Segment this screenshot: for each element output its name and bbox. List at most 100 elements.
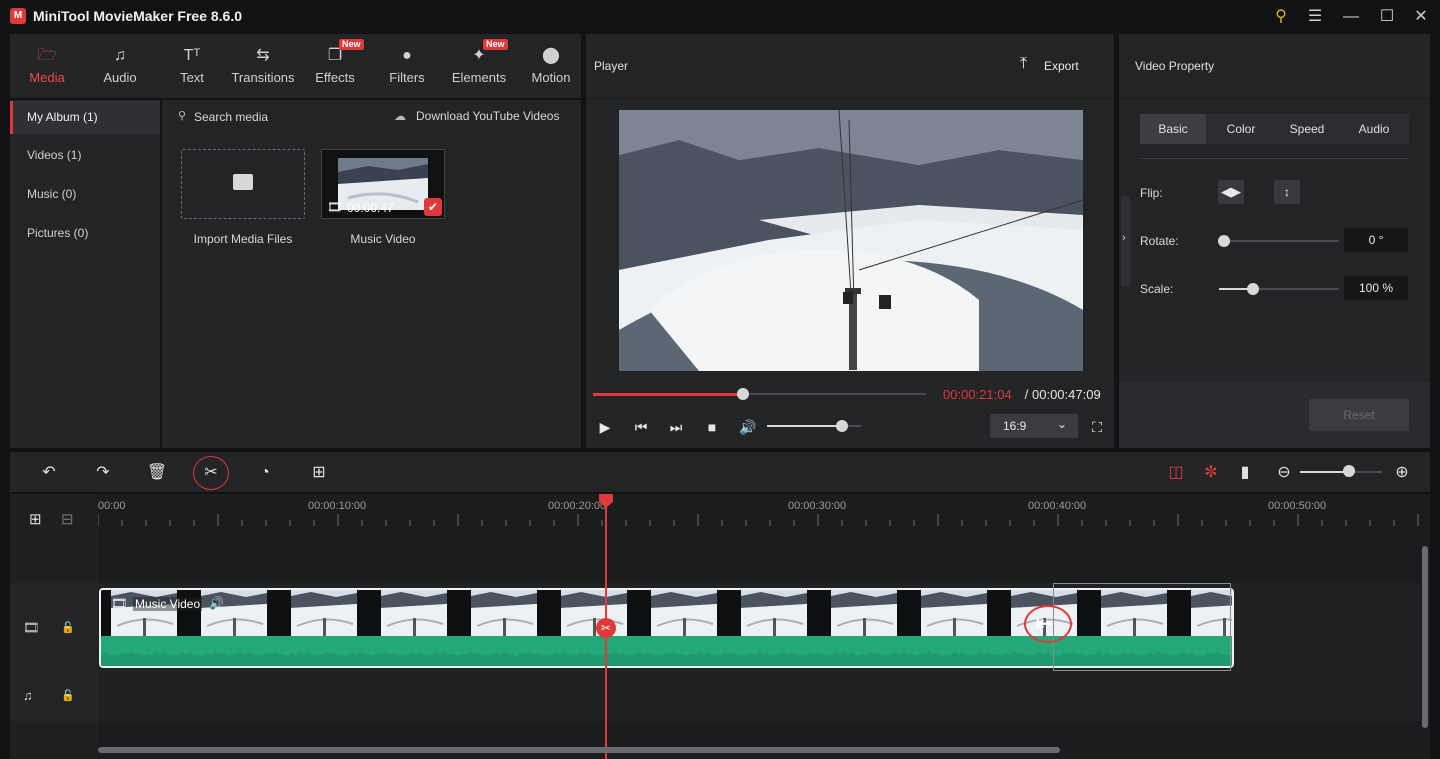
lock-icon[interactable]: 🔓 xyxy=(61,689,75,702)
fullscreen-icon[interactable]: ⛶ xyxy=(1088,418,1106,436)
player-title: Player xyxy=(594,59,629,73)
ruler-ticks xyxy=(98,514,1419,526)
split-icon[interactable]: ◫ xyxy=(1165,462,1187,484)
remove-track-icon[interactable]: ⊟ xyxy=(61,510,74,528)
search-icon: ⚲ xyxy=(178,110,187,122)
scale-label: Scale: xyxy=(1140,282,1174,296)
current-time: 00:00:21:04 xyxy=(943,387,1012,402)
lock-icon[interactable]: 🔓 xyxy=(61,621,75,634)
speed-icon[interactable]: ◔ xyxy=(254,462,276,484)
ruler-label: 00:00:40:00 xyxy=(1028,500,1087,512)
horizontal-scrollbar[interactable] xyxy=(98,747,1060,753)
property-title: Video Property xyxy=(1135,59,1215,73)
video-track-icon: 🎞 xyxy=(23,620,40,635)
album-item-my-album[interactable]: My Album (1) xyxy=(10,101,160,134)
ruler-label: 00:00:20:00 xyxy=(548,500,607,512)
rotate-value[interactable]: 0 ° xyxy=(1344,228,1408,252)
ruler-label: 00:00:10:00 xyxy=(308,500,367,512)
tab-speed[interactable]: Speed xyxy=(1274,114,1340,144)
motion-icon: ⬤ xyxy=(542,47,560,64)
minimize-icon[interactable]: — xyxy=(1340,6,1362,28)
tab-motion[interactable]: ⬤ Motion xyxy=(526,34,576,98)
scale-value[interactable]: 100 % xyxy=(1344,276,1408,300)
progress-knob[interactable] xyxy=(737,388,749,400)
fit-icon[interactable]: ▮ xyxy=(1234,462,1256,484)
tab-text[interactable]: Tᵀ Text xyxy=(170,34,214,98)
flip-horizontal-icon[interactable]: ◀▶ xyxy=(1218,180,1244,204)
speaker-icon: 🔊 xyxy=(209,596,224,610)
media-icon: 🗁 xyxy=(37,47,57,64)
app-title: MiniTool MovieMaker Free 8.6.0 xyxy=(33,8,243,24)
clip-selection-box xyxy=(1053,583,1231,671)
next-frame-icon[interactable]: ⏭ xyxy=(667,418,685,436)
chevron-right-icon: › xyxy=(1122,232,1126,244)
reset-button[interactable]: Reset xyxy=(1309,399,1409,431)
menu-icon[interactable]: ☰ xyxy=(1304,6,1326,28)
volume-knob[interactable] xyxy=(836,420,848,432)
key-icon[interactable]: ⚲ xyxy=(1270,6,1292,28)
folder-icon xyxy=(233,174,253,190)
title-bar: M MiniTool MovieMaker Free 8.6.0 ⚲ ☰ — ☐… xyxy=(0,0,1440,33)
stop-icon[interactable]: ■ xyxy=(704,418,720,436)
rotate-knob[interactable] xyxy=(1218,235,1230,247)
chevron-down-icon: ⌄ xyxy=(1057,417,1068,431)
tab-media[interactable]: 🗁 Media xyxy=(20,34,74,98)
scissors-icon[interactable]: ✂ xyxy=(200,462,222,484)
aspect-ratio-select[interactable]: 16:9 ⌄ xyxy=(990,414,1078,438)
checkmark-icon[interactable]: ✔ xyxy=(424,198,442,216)
rotate-label: Rotate: xyxy=(1140,234,1179,248)
download-icon: ☁ xyxy=(394,109,406,123)
media-panel: ⚲ Search media ☁ Download YouTube Videos… xyxy=(162,100,581,448)
tab-audio-property[interactable]: Audio xyxy=(1341,114,1407,144)
snap-icon[interactable]: ✼ xyxy=(1200,462,1222,484)
panel-collapse-handle[interactable]: › xyxy=(1121,196,1131,286)
time-separator: / xyxy=(1021,387,1032,402)
previous-frame-icon[interactable]: ⏮ xyxy=(632,418,650,436)
play-icon[interactable]: ▶ xyxy=(597,418,613,436)
import-media-label: Import Media Files xyxy=(193,232,293,246)
film-icon: 🎞 xyxy=(111,596,128,611)
timeline-toolbar: ↶ ↷ 🗑 ✂ ◔ ⊞ ◫ ✼ ▮ ⊖ ⊕ xyxy=(10,452,1430,492)
tab-filters[interactable]: ● Filters xyxy=(382,34,432,98)
zoom-in-icon[interactable]: ⊕ xyxy=(1391,462,1413,484)
volume-icon[interactable]: 🔊 xyxy=(738,418,758,436)
download-youtube-link[interactable]: Download YouTube Videos xyxy=(416,109,559,123)
filters-icon: ● xyxy=(402,47,412,64)
audio-track-icon: ♫ xyxy=(23,688,33,703)
tab-audio[interactable]: ♫ Audio xyxy=(96,34,144,98)
delete-icon[interactable]: 🗑 xyxy=(146,462,168,484)
export-button[interactable]: ⤒ Export xyxy=(1018,54,1088,78)
crop-icon[interactable]: ⊞ xyxy=(308,462,330,484)
tab-color[interactable]: Color xyxy=(1208,114,1274,144)
scissors-icon[interactable]: ✂ xyxy=(596,618,616,638)
close-icon[interactable]: ✕ xyxy=(1410,6,1432,28)
album-sidebar: My Album (1) Videos (1) Music (0) Pictur… xyxy=(10,100,160,448)
vertical-scrollbar[interactable] xyxy=(1422,546,1428,728)
add-track-icon[interactable]: ⊞ xyxy=(29,510,42,528)
ruler-label: 00:00:50:00 xyxy=(1268,500,1327,512)
rotate-slider[interactable] xyxy=(1224,240,1339,242)
zoom-out-icon[interactable]: ⊖ xyxy=(1273,462,1295,484)
import-media-button[interactable] xyxy=(181,149,305,219)
zoom-knob[interactable] xyxy=(1343,465,1355,477)
export-icon: ⤒ xyxy=(1020,55,1028,72)
media-thumbnail[interactable]: 🎞 00:00:47 ✔ xyxy=(321,149,445,219)
divider xyxy=(1140,158,1409,159)
ruler-label: 00:00 xyxy=(98,500,126,512)
album-item-pictures[interactable]: Pictures (0) xyxy=(10,217,160,250)
undo-icon[interactable]: ↶ xyxy=(38,462,60,484)
album-item-videos[interactable]: Videos (1) xyxy=(10,139,160,172)
flip-vertical-icon[interactable]: ↕ xyxy=(1274,180,1300,204)
tab-transitions[interactable]: ⇆ Transitions xyxy=(230,34,296,98)
tab-basic[interactable]: Basic xyxy=(1140,114,1206,144)
search-input[interactable]: Search media xyxy=(194,110,268,124)
text-icon: Tᵀ xyxy=(183,47,201,64)
scale-knob[interactable] xyxy=(1247,283,1259,295)
album-item-music[interactable]: Music (0) xyxy=(10,178,160,211)
media-item-label: Music Video xyxy=(350,232,416,246)
maximize-icon[interactable]: ☐ xyxy=(1376,6,1398,28)
trim-handle-icon[interactable]: ⇤ xyxy=(1036,611,1053,636)
main-toolbar: 🗁 Media ♫ Audio Tᵀ Text ⇆ Transitions ❐ … xyxy=(10,34,581,98)
redo-icon[interactable]: ↷ xyxy=(92,462,114,484)
video-preview xyxy=(619,110,1083,371)
